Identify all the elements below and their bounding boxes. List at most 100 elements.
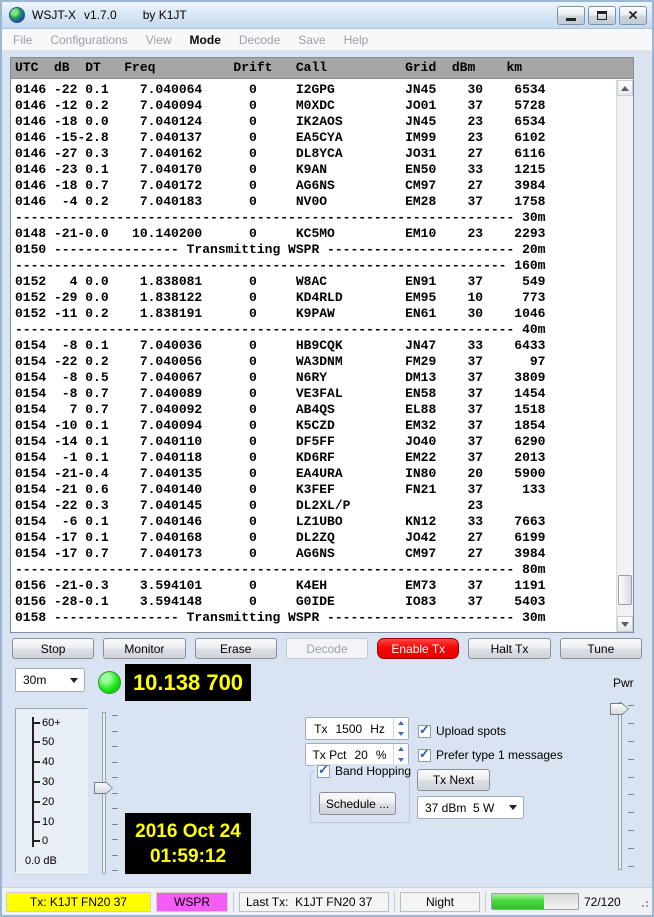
signal-meter: 60+50403020100 0.0 dB [15, 708, 88, 873]
meter-tick: 40 [34, 757, 61, 768]
statusbar-divider [485, 892, 486, 912]
meter-tick: 50 [34, 737, 61, 748]
tx-progress-bar [491, 893, 579, 910]
decode-row: 0154 -8 0.1 7.040036 0 HB9CQK JN47 33 64… [15, 338, 616, 354]
menubar: FileConfigurationsViewModeDecodeSaveHelp [2, 29, 652, 51]
resize-grip-icon[interactable] [637, 896, 648, 907]
slider-ticks [628, 705, 634, 867]
tx-freq-spinbox[interactable]: Tx 1500 Hz [305, 717, 409, 740]
decode-row: 0154 -22 0.3 7.040145 0 DL2XL/P 23 [15, 498, 616, 514]
upload-spots-row[interactable]: ✓ Upload spots [418, 724, 506, 738]
band-select[interactable]: 30m [15, 668, 85, 692]
close-icon [628, 10, 638, 20]
spin-down-icon [398, 758, 404, 762]
prefer-type1-checkbox[interactable]: ✓ [418, 749, 431, 762]
menu-file[interactable]: File [4, 30, 41, 50]
spin-up-button[interactable] [394, 718, 408, 729]
decode-row: 0152 -11 0.2 1.838191 0 K9PAW EN61 30 10… [15, 306, 616, 322]
decode-row: 0154 -8 0.7 7.040089 0 VE3FAL EN58 37 14… [15, 386, 616, 402]
check-icon: ✓ [419, 722, 430, 738]
clock-time: 01:59:12 [125, 844, 251, 869]
meter-tick: 10 [34, 816, 61, 827]
decode-table-body[interactable]: 0146 -22 0.1 7.040064 0 I2GPG JN45 30 65… [11, 80, 616, 632]
decode-button[interactable]: Decode [286, 638, 368, 659]
minimize-button[interactable] [557, 6, 585, 25]
decode-scrollbar[interactable] [616, 80, 633, 632]
upload-spots-checkbox[interactable]: ✓ [418, 725, 431, 738]
slider-thumb[interactable] [94, 782, 113, 794]
decode-row: 0146 -23 0.1 7.040170 0 K9AN EN50 33 121… [15, 162, 616, 178]
monitor-button[interactable]: Monitor [103, 638, 185, 659]
menu-mode[interactable]: Mode [181, 30, 230, 50]
statusbar-divider [233, 892, 234, 912]
audio-gain-slider[interactable] [92, 710, 120, 876]
menu-view[interactable]: View [137, 30, 181, 50]
tune-button[interactable]: Tune [560, 638, 642, 659]
band-hopping-checkbox[interactable]: ✓ [317, 765, 330, 778]
tx-next-button[interactable]: Tx Next [417, 769, 490, 791]
slider-groove[interactable] [618, 702, 622, 870]
rx-status-lamp [98, 671, 121, 694]
status-tx: Tx: K1JT FN20 37 [6, 892, 151, 912]
band-select-value: 30m [23, 673, 46, 687]
window-title-byline: by K1JT [143, 8, 187, 22]
decode-row: 0154 -17 0.1 7.040168 0 DL2ZQ JO42 27 61… [15, 530, 616, 546]
slider-ticks [112, 715, 118, 871]
transmit-row: 0150 ---------------- Transmitting WSPR … [15, 242, 616, 258]
stop-button[interactable]: Stop [12, 638, 94, 659]
maximize-button[interactable] [588, 6, 616, 25]
chevron-down-icon [509, 805, 517, 810]
decode-row: 0154 -1 0.1 7.040118 0 KD6RF EM22 37 201… [15, 450, 616, 466]
status-band-mode: Night [400, 892, 480, 912]
power-select-value: 37 dBm 5 W [425, 801, 494, 815]
decode-row: 0146 -4 0.2 7.040183 0 NV0O EM28 37 1758 [15, 194, 616, 210]
decode-row: 0154 -8 0.5 7.040067 0 N6RY DM13 37 3809 [15, 370, 616, 386]
clock-date: 2016 Oct 24 [125, 819, 251, 844]
decode-row: 0154 -10 0.1 7.040094 0 K5CZD EM32 37 18… [15, 418, 616, 434]
decode-row: 0154 7 0.7 7.040092 0 AB4QS EL88 37 1518 [15, 402, 616, 418]
menu-save[interactable]: Save [289, 30, 334, 50]
tx-pct-suffix: % [376, 748, 387, 762]
meter-scale: 60+50403020100 [32, 717, 61, 847]
decode-row: 0154 -17 0.7 7.040173 0 AG6NS CM97 27 39… [15, 546, 616, 562]
scroll-down-icon [621, 622, 629, 627]
spin-up-button[interactable] [394, 744, 408, 755]
wsjt-x-window: WSJT-X v1.7.0 by K1JT FileConfigurations… [0, 0, 654, 917]
scroll-up-button[interactable] [617, 80, 633, 96]
enable-tx-button[interactable]: Enable Tx [377, 638, 459, 659]
spin-up-icon [398, 747, 404, 751]
band-hopping-checkbox-row[interactable]: ✓ Band Hopping [314, 764, 414, 778]
menu-decode[interactable]: Decode [230, 30, 289, 50]
progress-count: 72/120 [584, 895, 621, 909]
decode-row: 0146 -18 0.7 7.040172 0 AG6NS CM97 27 39… [15, 178, 616, 194]
halt-tx-button[interactable]: Halt Tx [468, 638, 550, 659]
scrollbar-thumb[interactable] [618, 575, 632, 605]
spin-down-button[interactable] [394, 729, 408, 740]
decode-row: 0154 -22 0.2 7.040056 0 WA3DNM FM29 37 9… [15, 354, 616, 370]
decode-text-area[interactable]: UTC dB DT Freq Drift Call Grid dBm km 01… [10, 57, 634, 633]
maximize-icon [597, 11, 607, 20]
spin-down-icon [398, 732, 404, 736]
scroll-down-button[interactable] [617, 616, 633, 632]
band-separator-row: ----------------------------------------… [15, 210, 616, 226]
window-title-app: WSJT-X [32, 8, 76, 22]
status-mode: WSPR [156, 892, 228, 912]
menu-help[interactable]: Help [335, 30, 378, 50]
minimize-icon [566, 18, 576, 21]
slider-thumb[interactable] [610, 703, 629, 715]
schedule-button[interactable]: Schedule ... [319, 792, 396, 815]
close-button[interactable] [619, 6, 647, 25]
decode-row: 0146 -12 0.2 7.040094 0 M0XDC JO01 37 57… [15, 98, 616, 114]
transmit-row: 0158 ---------------- Transmitting WSPR … [15, 610, 616, 626]
decode-row: 0154 -21 0.6 7.040140 0 K3FEF FN21 37 13… [15, 482, 616, 498]
tx-pct-prefix: Tx Pct [312, 748, 346, 762]
tx-pct-value: 20 [354, 748, 367, 762]
power-select[interactable]: 37 dBm 5 W [417, 796, 524, 819]
tx-freq-value: 1500 [335, 722, 362, 736]
decode-row: 0146 -15-2.8 7.040137 0 EA5CYA IM99 23 6… [15, 130, 616, 146]
erase-button[interactable]: Erase [195, 638, 277, 659]
prefer-type1-row[interactable]: ✓ Prefer type 1 messages [418, 748, 563, 762]
pwr-slider[interactable] [608, 700, 636, 872]
menu-configurations[interactable]: Configurations [41, 30, 136, 50]
decode-row: 0152 4 0.0 1.838081 0 W8AC EN91 37 549 [15, 274, 616, 290]
